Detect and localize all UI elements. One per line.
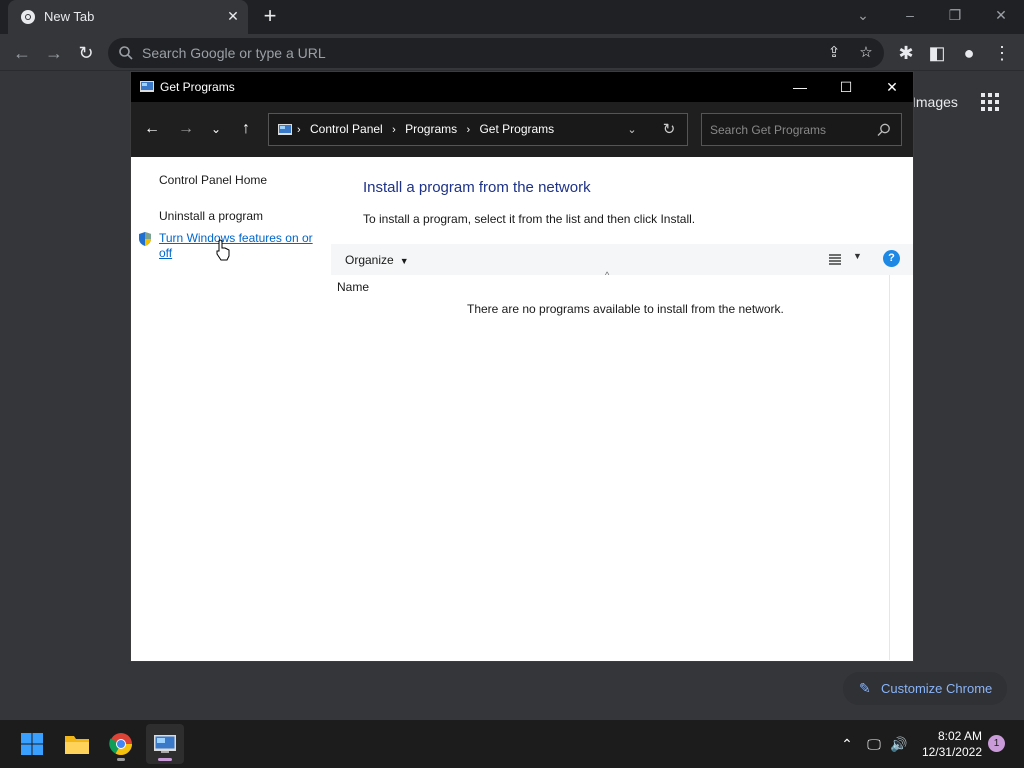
extensions-icon[interactable]: ✱ [893,40,919,66]
sidebar: Control Panel Home Uninstall a program T… [131,157,331,662]
breadcrumb-programs[interactable]: Programs [405,122,457,136]
taskbar: ⌃ 🖵 🔊 8:02 AM 12/31/2022 1 [0,720,1024,768]
close-icon[interactable]: ✕ [224,7,242,25]
file-explorer-icon [65,736,89,754]
taskbar-file-explorer[interactable] [58,724,96,764]
minimize-button[interactable]: – [896,4,924,26]
sort-caret-icon: ^ [605,270,610,280]
customize-label: Customize Chrome [881,681,993,696]
start-button[interactable] [13,724,51,764]
shield-icon [139,232,151,246]
help-icon[interactable]: ? [883,250,900,267]
breadcrumb-separator: › [392,124,396,136]
window-title: Get Programs [160,80,235,94]
sidebar-item-windows-features[interactable]: Turn Windows features on or off [159,231,319,261]
profile-icon[interactable]: ● [956,40,982,66]
window-close-button[interactable]: ✕ [869,72,915,102]
sidebar-item-uninstall[interactable]: Uninstall a program [159,209,263,223]
close-window-button[interactable]: ✕ [987,4,1015,26]
page-title: Install a program from the network [363,179,591,196]
column-divider [889,275,890,660]
forward-icon[interactable]: → [41,40,67,66]
menu-icon[interactable]: ⋮ [989,40,1015,66]
chrome-icon [109,733,132,755]
windows-start-icon [21,733,43,755]
running-indicator [158,758,172,761]
window-minimize-button[interactable]: — [777,72,823,102]
search-input[interactable]: Search Get Programs [710,123,826,137]
clock-time: 8:02 AM [937,729,982,743]
share-icon[interactable]: ⇪ [824,43,844,63]
taskbar-control-panel[interactable] [146,724,184,764]
notification-badge[interactable]: 1 [988,735,1005,752]
ntp-images-link[interactable]: Images [912,94,958,110]
breadcrumb-get-programs[interactable]: Get Programs [479,122,554,136]
organize-button[interactable]: Organize ▼ [345,253,409,267]
breadcrumb-separator: › [297,124,301,136]
tab-title: New Tab [44,9,95,24]
up-arrow-icon[interactable]: ↑ [235,118,257,140]
back-icon[interactable]: ← [9,40,35,66]
empty-list-message: There are no programs available to insta… [467,302,784,316]
address-path[interactable]: › Control Panel › Programs › Get Program… [268,113,688,146]
sidebar-item-control-panel-home[interactable]: Control Panel Home [159,173,267,187]
pencil-icon: ✎ [859,680,871,696]
address-bar-area: ← → ⌄ ↑ › Control Panel › Programs › Get… [131,102,913,157]
network-icon[interactable]: 🖵 [865,735,883,753]
sidepanel-icon[interactable]: ◧ [924,40,950,66]
chevron-down-icon[interactable]: ⌄ [623,121,641,139]
search-icon [119,46,133,60]
restore-button[interactable]: ❐ [941,4,969,26]
breadcrumb-separator: › [466,124,471,136]
customize-chrome-button[interactable]: ✎ Customize Chrome [843,672,1007,705]
chevron-down-icon[interactable]: ⌄ [849,4,877,26]
chevron-down-icon: ▼ [399,256,409,266]
tab-strip: New Tab ✕ + ⌄ – ❐ ✕ [0,0,1024,34]
command-bar: Organize ▼ ▼ ? [331,244,913,275]
chrome-icon [21,10,35,24]
column-header-name[interactable]: Name [337,280,369,294]
control-panel-icon [140,81,154,92]
search-box[interactable]: Search Get Programs [701,113,902,146]
taskbar-chrome[interactable] [102,724,140,764]
search-icon[interactable] [876,122,892,138]
back-icon[interactable]: ← [141,118,163,140]
clock[interactable]: 8:02 AM 12/31/2022 [916,728,982,760]
recent-locations-chevron-icon[interactable]: ⌄ [205,118,227,140]
running-indicator [117,758,125,761]
chevron-up-icon[interactable]: ⌃ [838,735,856,753]
browser-toolbar: ← → ↻ Search Google or type a URL ⇪ ☆ ✱ … [0,34,1024,71]
forward-icon[interactable]: → [175,118,197,140]
chevron-down-icon[interactable]: ▼ [853,251,862,261]
omnibox-placeholder: Search Google or type a URL [142,45,326,61]
page-description: To install a program, select it from the… [363,212,696,226]
clock-date: 12/31/2022 [921,745,982,759]
plus-icon[interactable]: + [258,5,282,29]
speaker-icon[interactable]: 🔊 [890,735,908,753]
window-titlebar: Get Programs — ☐ ✕ [131,72,913,102]
control-panel-icon [154,735,176,753]
control-panel-icon [278,124,292,135]
star-icon[interactable]: ☆ [856,43,876,63]
hand-cursor-icon [216,239,230,261]
reload-icon[interactable]: ↻ [73,40,99,66]
breadcrumb: › Control Panel › Programs › Get Program… [297,122,560,136]
window-maximize-button[interactable]: ☐ [823,72,869,102]
apps-grid-icon[interactable] [980,92,1000,112]
tab-new-tab[interactable]: New Tab ✕ [8,0,248,34]
view-list-icon[interactable] [827,251,843,267]
get-programs-window: Get Programs — ☐ ✕ ← → ⌄ ↑ › Control Pan… [130,71,914,662]
refresh-icon[interactable]: ↻ [659,120,679,140]
breadcrumb-control-panel[interactable]: Control Panel [310,122,383,136]
organize-label: Organize [345,253,394,267]
omnibox[interactable]: Search Google or type a URL ⇪ ☆ [108,38,884,68]
